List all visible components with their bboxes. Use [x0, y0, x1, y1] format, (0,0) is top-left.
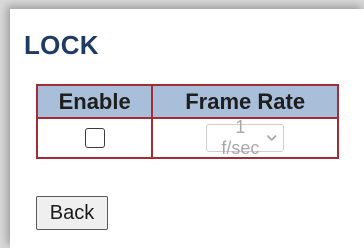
frame-rate-cell: 1 f/sec: [151, 117, 339, 159]
enable-checkbox[interactable]: [84, 128, 105, 148]
lock-settings-table: Enable Frame Rate 1 f/sec: [35, 84, 339, 159]
frame-rate-column-header: Frame Rate: [151, 84, 339, 119]
back-button[interactable]: Back: [36, 196, 108, 230]
enable-column-header: Enable: [35, 84, 154, 119]
chevron-down-icon: [266, 135, 277, 141]
frame-rate-select[interactable]: 1 f/sec: [206, 117, 285, 158]
enable-cell: [35, 117, 154, 159]
page-title: LOCK: [24, 30, 99, 60]
table-header-row: Enable Frame Rate: [35, 84, 339, 119]
table-row: 1 f/sec: [35, 117, 339, 159]
window-frame: LOCK Enable Frame Rate 1 f/sec Back: [0, 0, 364, 248]
frame-rate-selected-value: 1 f/sec: [221, 117, 260, 158]
